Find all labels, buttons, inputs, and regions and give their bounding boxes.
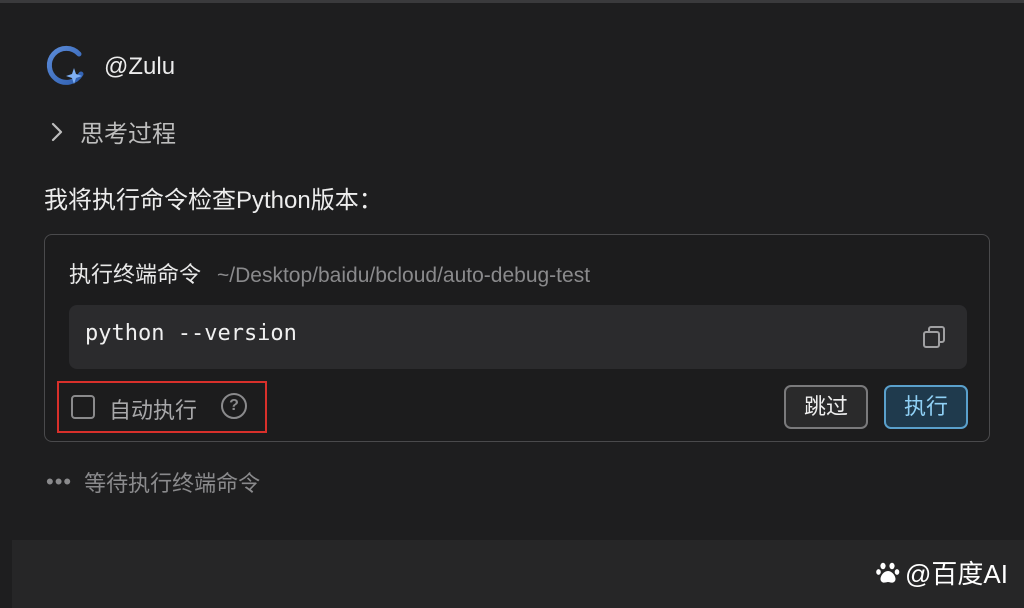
command-code-block: python --version bbox=[69, 305, 967, 369]
chevron-right-icon bbox=[51, 122, 63, 141]
baidu-paw-icon bbox=[876, 562, 900, 583]
run-button[interactable]: 执行 bbox=[884, 385, 968, 429]
thinking-label: 思考过程 bbox=[80, 121, 176, 148]
copy-icon[interactable] bbox=[921, 324, 947, 350]
auto-execute-checkbox[interactable] bbox=[71, 395, 95, 419]
agent-name: @Zulu bbox=[104, 53, 176, 80]
thinking-toggle[interactable]: 思考过程 bbox=[46, 114, 176, 149]
zulu-logo-icon bbox=[46, 45, 84, 85]
card-title: 执行终端命令 bbox=[69, 262, 202, 287]
ellipsis-icon: ••• bbox=[46, 469, 73, 494]
card-header: 执行终端命令 ~/Desktop/baidu/bcloud/auto-debug… bbox=[69, 257, 590, 289]
top-divider bbox=[0, 0, 1024, 3]
auto-execute-option: 自动执行 ? bbox=[57, 381, 267, 433]
agent-header: @Zulu bbox=[44, 44, 175, 90]
help-circle-icon[interactable]: ? bbox=[221, 393, 247, 419]
waiting-status-text: 等待执行终端命令 bbox=[84, 471, 261, 496]
command-text: python --version bbox=[85, 321, 297, 346]
working-directory: ~/Desktop/baidu/bcloud/auto-debug-test bbox=[217, 264, 591, 287]
watermark-text: @百度AI bbox=[905, 559, 1008, 589]
auto-execute-label[interactable]: 自动执行 bbox=[109, 393, 197, 425]
watermark: @百度AI bbox=[875, 554, 1008, 591]
input-area bbox=[12, 540, 1024, 608]
terminal-command-card: 执行终端命令 ~/Desktop/baidu/bcloud/auto-debug… bbox=[44, 234, 990, 442]
assistant-message: 我将执行命令检查Python版本： bbox=[44, 187, 383, 214]
skip-button[interactable]: 跳过 bbox=[784, 385, 868, 429]
waiting-status: ••• 等待执行终端命令 bbox=[46, 466, 260, 498]
